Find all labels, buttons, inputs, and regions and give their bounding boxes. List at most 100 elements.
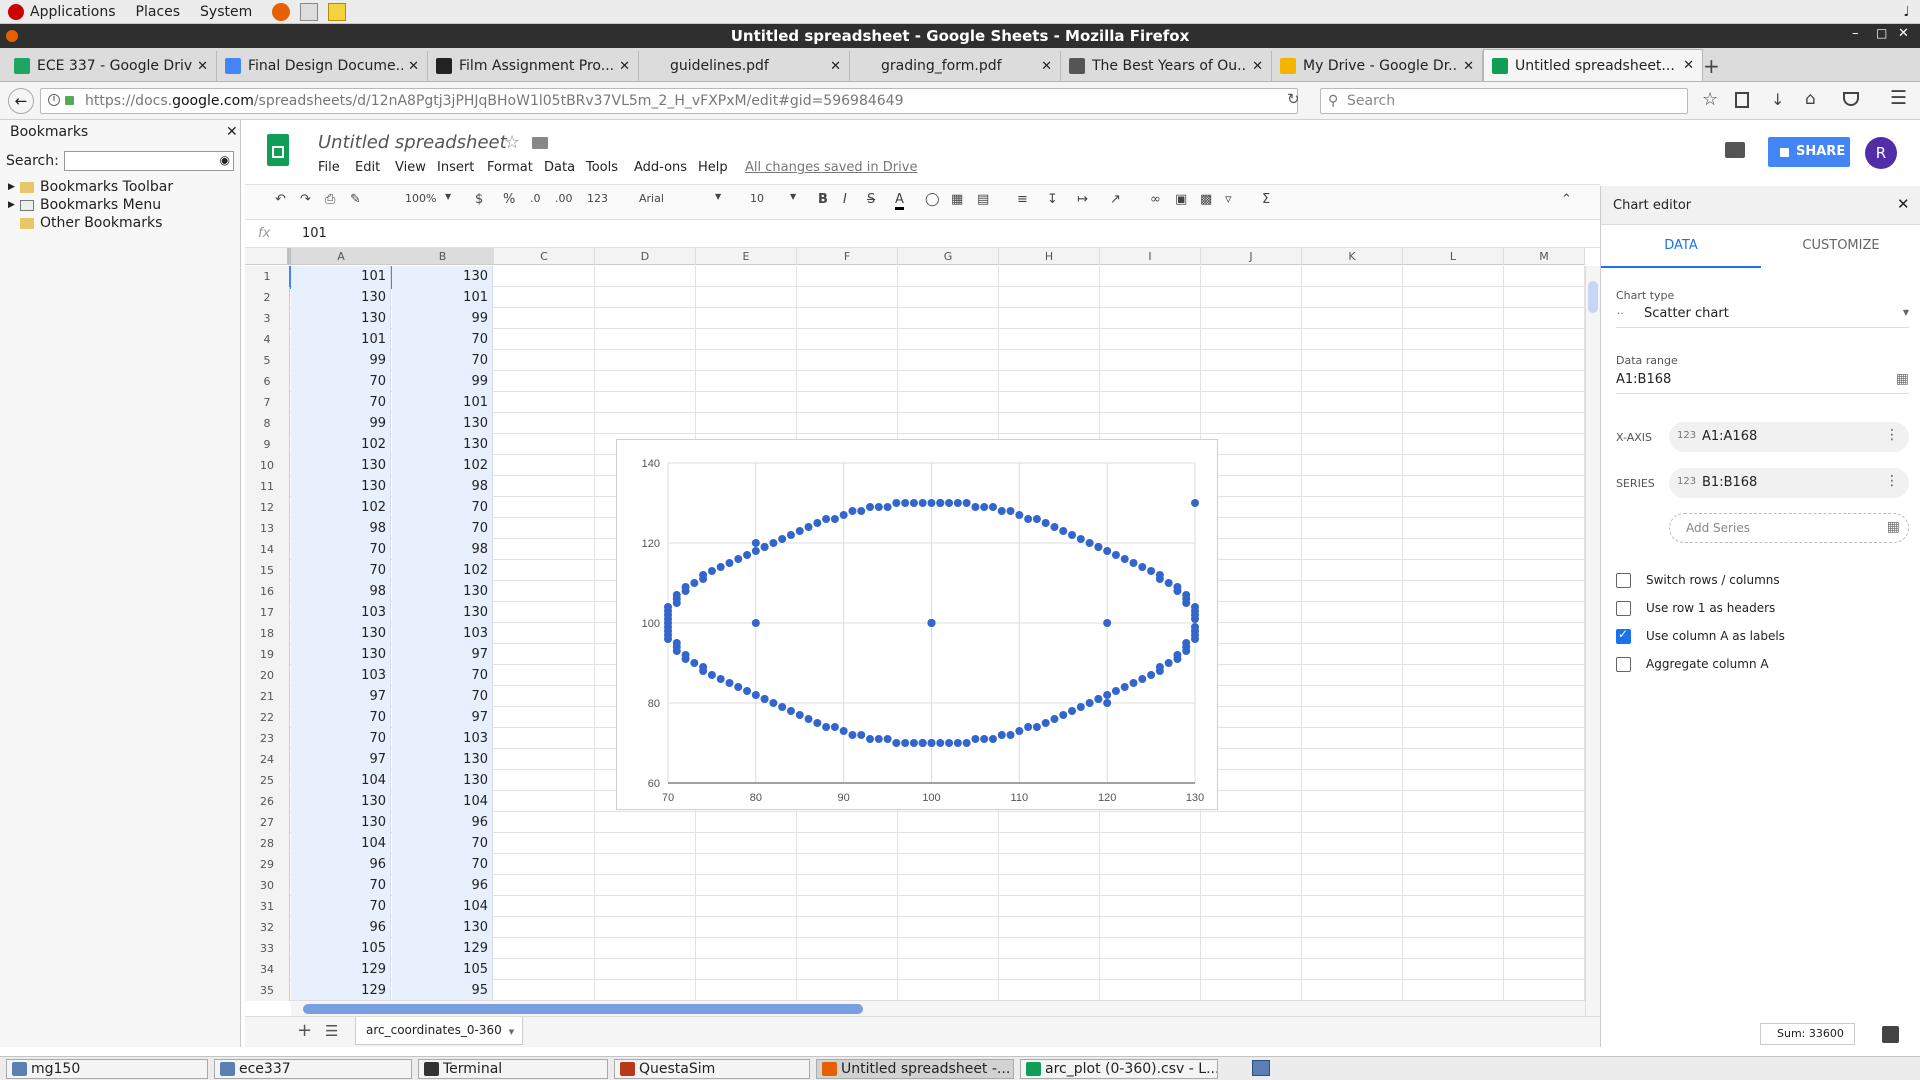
cell-b[interactable]: 70 [392,854,493,875]
paint-format-icon[interactable]: ✎ [350,192,361,207]
row-number[interactable]: 6 [245,371,290,392]
close-editor-icon[interactable]: ✕ [1897,195,1910,213]
more-vert-icon[interactable]: ⋮ [1885,427,1899,443]
row-number[interactable]: 11 [245,476,290,497]
cell-a[interactable]: 99 [291,350,391,371]
formula-bar[interactable]: fx 101 [245,220,1600,248]
row-number[interactable]: 32 [245,917,290,938]
number-format-button[interactable]: 123 [587,192,608,205]
cell-b[interactable]: 105 [392,959,493,980]
taskbar-item[interactable]: ece337 [214,1059,412,1079]
cell-a[interactable]: 98 [291,581,391,602]
row-number[interactable]: 23 [245,728,290,749]
cell-a[interactable]: 130 [291,644,391,665]
browser-tab[interactable]: guidelines.pdf ✕ [639,51,850,81]
row-number[interactable]: 12 [245,497,290,518]
row-number[interactable]: 28 [245,833,290,854]
minimize-icon[interactable]: – [1852,26,1859,41]
chart-type-select[interactable]: ‥ Scatter chart ▼ [1616,304,1909,328]
cell-a[interactable]: 70 [291,560,391,581]
cell-b[interactable]: 102 [392,455,493,476]
filter-icon[interactable]: ▿ [1225,192,1232,207]
menu-format[interactable]: Format [487,160,533,175]
insert-comment-icon[interactable]: ▣ [1175,192,1187,207]
functions-icon[interactable]: Σ [1262,192,1270,207]
vertical-align-icon[interactable]: ↧ [1047,192,1058,207]
cell-b[interactable]: 70 [392,497,493,518]
menu-file[interactable]: File [318,160,340,175]
x-axis-chip[interactable]: 123 A1:A168 ⋮ [1669,422,1909,452]
close-tab-icon[interactable]: ✕ [408,59,419,74]
series-chip[interactable]: 123 B1:B168 ⋮ [1669,468,1909,498]
expand-icon[interactable]: ▶ [8,200,20,210]
bold-icon[interactable]: B [818,192,828,207]
font-size-select[interactable]: 10 [750,192,764,205]
fill-color-icon[interactable]: ◯ [925,192,940,207]
text-color-icon[interactable]: A [895,192,904,210]
close-tab-icon[interactable]: ✕ [830,59,841,74]
cell-a[interactable]: 130 [291,476,391,497]
cell-a[interactable]: 97 [291,749,391,770]
cell-b[interactable]: 70 [392,833,493,854]
notes-launcher-icon[interactable] [328,2,347,21]
percent-format-button[interactable]: % [503,192,515,207]
taskbar-item[interactable]: mg150 [6,1059,208,1079]
reload-icon[interactable]: ↻ [1287,90,1300,108]
volume-icon[interactable]: ♩ [1903,4,1910,20]
chart-option[interactable]: Switch rows / columns [1601,569,1920,593]
mail-launcher-icon[interactable] [300,2,319,21]
row-number[interactable]: 22 [245,707,290,728]
checkbox[interactable] [1616,657,1631,672]
column-header[interactable]: M [1504,248,1585,265]
browser-tab[interactable]: Untitled spreadsheet... ✕ [1483,49,1703,81]
bookmarks-toolbar-folder[interactable]: ▶ Bookmarks Toolbar [0,178,240,196]
taskbar-item[interactable]: Untitled spreadsheet -... [816,1059,1014,1079]
close-tab-icon[interactable]: ✕ [619,59,630,74]
cell-a[interactable]: 130 [291,287,391,308]
row-number[interactable]: 16 [245,581,290,602]
row-number[interactable]: 4 [245,329,290,350]
menu-tools[interactable]: Tools [586,160,618,175]
bookmarks-search-input[interactable]: ◉ [64,151,234,171]
home-icon[interactable]: ⌂ [1805,89,1816,109]
strikethrough-icon[interactable]: S [867,192,875,207]
cell-b[interactable]: 98 [392,476,493,497]
account-avatar[interactable]: R [1865,137,1897,169]
cell-a[interactable]: 130 [291,791,391,812]
cell-a[interactable]: 129 [291,980,391,1001]
comments-icon[interactable] [1725,142,1745,158]
row-number[interactable]: 26 [245,791,290,812]
cell-b[interactable]: 101 [392,392,493,413]
column-header[interactable]: I [1100,248,1201,265]
row-number[interactable]: 20 [245,665,290,686]
cell-a[interactable]: 101 [291,329,391,350]
row-number[interactable]: 10 [245,455,290,476]
url-bar[interactable]: https://docs.google.com/spreadsheets/d/1… [40,88,1298,114]
column-header[interactable]: B [392,248,494,265]
chart-option[interactable]: Use row 1 as headers [1601,597,1920,621]
row-number[interactable]: 3 [245,308,290,329]
cell-b[interactable]: 130 [392,602,493,623]
back-button[interactable]: ← [8,88,34,114]
row-number[interactable]: 5 [245,350,290,371]
row-number[interactable]: 34 [245,959,290,980]
cell-b[interactable]: 96 [392,812,493,833]
cell-b[interactable]: 101 [392,287,493,308]
browser-tab[interactable]: Film Assignment Pro... ✕ [428,51,639,81]
cell-a[interactable]: 97 [291,686,391,707]
checkbox[interactable]: ✓ [1616,627,1631,644]
save-status[interactable]: All changes saved in Drive [745,160,917,175]
cell-a[interactable]: 104 [291,770,391,791]
star-icon[interactable]: ☆ [504,132,520,153]
close-sidebar-icon[interactable]: ✕ [226,124,238,140]
redo-icon[interactable]: ↷ [300,192,311,207]
cell-b[interactable]: 130 [392,434,493,455]
reading-list-icon[interactable] [1735,92,1749,108]
menu-help[interactable]: Help [698,160,728,175]
pocket-icon[interactable] [1843,92,1859,106]
row-number[interactable]: 25 [245,770,290,791]
column-header[interactable]: C [494,248,595,265]
applications-menu[interactable]: Applications [30,4,116,20]
cell-b[interactable]: 104 [392,896,493,917]
row-number[interactable]: 31 [245,896,290,917]
